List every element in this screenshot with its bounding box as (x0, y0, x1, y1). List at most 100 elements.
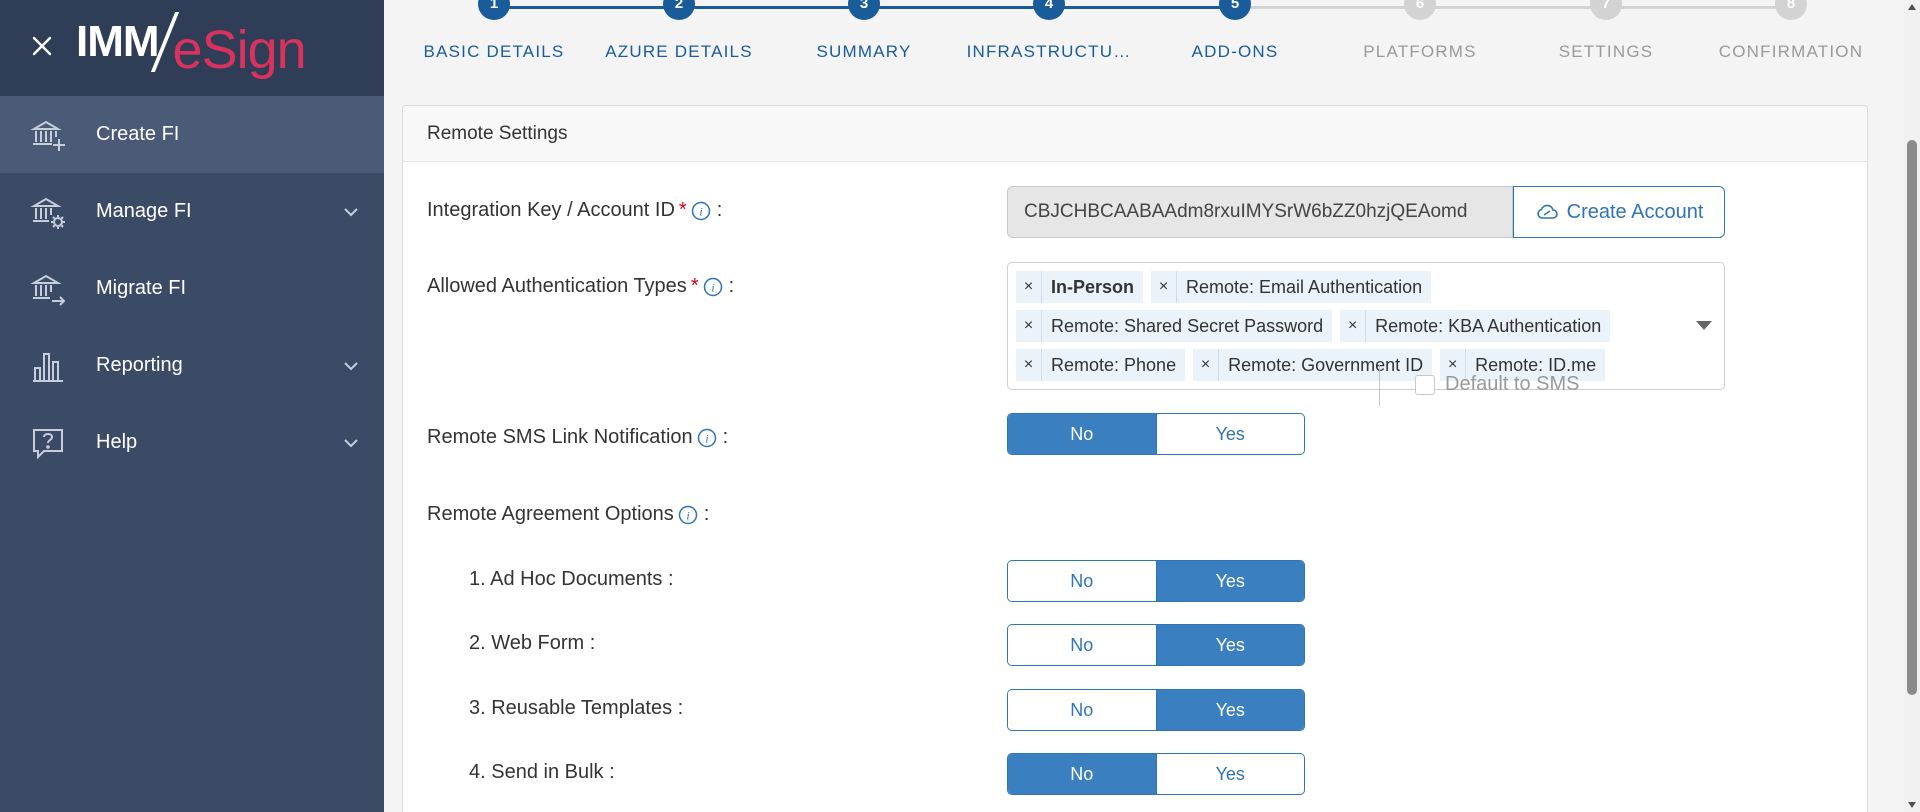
web-form-label: 2. Web Form : (469, 632, 596, 654)
sidebar-item-label: Manage FI (96, 200, 192, 222)
step-label: ADD-ONS (1191, 42, 1279, 61)
auth-tag: × Remote: Shared Secret Password (1016, 310, 1333, 342)
step-number: 2 (663, 0, 695, 20)
sidebar-item-help[interactable]: Help (0, 404, 384, 481)
create-account-button[interactable]: Create Account (1513, 186, 1725, 238)
auth-tag-label: Remote: KBA Authentication (1375, 315, 1602, 336)
step-number: 3 (848, 0, 880, 20)
card-title: Remote Settings (403, 106, 1867, 162)
info-icon[interactable]: i (678, 505, 698, 525)
ad-hoc-documents-label: 1. Ad Hoc Documents : (469, 568, 674, 590)
remove-tag-button[interactable]: × (1193, 349, 1220, 381)
info-icon[interactable]: i (691, 201, 711, 221)
reusable-templates-label: 3. Reusable Templates : (469, 697, 684, 719)
remove-tag-button[interactable]: × (1016, 310, 1042, 342)
colon: : (716, 199, 723, 221)
info-icon[interactable]: i (703, 277, 723, 297)
auth-tag-label: Remote: Government ID (1228, 354, 1424, 375)
bank-arrow-icon (30, 274, 66, 306)
bank-add-icon (30, 120, 65, 151)
sidebar-item-create-fi[interactable]: Create FI (0, 96, 384, 173)
default-to-sms-label: Default to SMS (1445, 373, 1580, 395)
auth-tag: × In-Person (1016, 271, 1144, 303)
auth-tag: × Remote: Phone (1016, 349, 1186, 381)
toggle-yes-button[interactable]: Yes (1155, 561, 1304, 601)
step-label: SUMMARY (816, 42, 912, 61)
svg-text:i: i (705, 431, 708, 445)
step-number: 6 (1404, 0, 1436, 20)
auth-tag-label: Remote: Phone (1051, 354, 1177, 375)
default-to-sms-option[interactable]: Default to SMS (1415, 373, 1580, 396)
step-label: BASIC DETAILS (423, 42, 565, 61)
ad-hoc-documents-toggle: No Yes (1007, 560, 1305, 602)
sms-notification-toggle: No Yes (1007, 413, 1305, 455)
sidebar-item-label: Migrate FI (96, 277, 187, 299)
auth-tag-label: Remote: Email Authentication (1186, 276, 1423, 297)
step-label: PLATFORMS (1363, 42, 1477, 61)
step-number: 7 (1590, 0, 1622, 20)
agreement-options-label-text: Remote Agreement Options (427, 503, 674, 525)
scroll-down-arrow-icon[interactable] (1908, 802, 1916, 808)
info-icon[interactable]: i (697, 428, 717, 448)
svg-text:i: i (686, 508, 689, 522)
scroll-up-arrow-icon[interactable] (1908, 4, 1916, 10)
create-account-label: Create Account (1566, 200, 1704, 223)
cloud-sync-icon (1536, 204, 1558, 219)
reusable-templates-toggle: No Yes (1007, 689, 1305, 731)
colon: : (703, 503, 710, 525)
chevron-down-icon (344, 207, 358, 216)
logo-esign-text: eSign (172, 20, 307, 80)
toggle-yes-button[interactable]: Yes (1155, 690, 1304, 730)
chevron-down-icon (344, 438, 358, 447)
auth-tag-label: Remote: Shared Secret Password (1051, 315, 1324, 336)
toggle-yes-button[interactable]: Yes (1155, 414, 1304, 454)
sidebar-item-migrate-fi[interactable]: Migrate FI (0, 250, 384, 327)
toggle-no-button[interactable]: No (1008, 690, 1156, 730)
dropdown-arrow-icon[interactable] (1696, 321, 1712, 330)
step-label: INFRASTRUCTU… (966, 42, 1132, 61)
stepper-remaining-line (1236, 6, 1796, 9)
remove-tag-button[interactable]: × (1016, 349, 1042, 381)
toggle-no-button[interactable]: No (1008, 561, 1156, 601)
svg-text:i: i (699, 204, 702, 218)
scroll-thumb[interactable] (1907, 140, 1917, 695)
required-marker: * (678, 199, 687, 221)
toggle-no-button[interactable]: No (1008, 625, 1156, 665)
toggle-yes-button[interactable]: Yes (1155, 754, 1304, 794)
auth-tag: × Remote: KBA Authentication (1340, 310, 1611, 342)
remove-tag-button[interactable]: × (1016, 271, 1042, 303)
sidebar-item-manage-fi[interactable]: Manage FI (0, 173, 384, 250)
step-number: 8 (1775, 0, 1807, 20)
close-menu-button[interactable] (30, 34, 54, 58)
sidebar-item-label: Reporting (96, 354, 183, 376)
remove-tag-button[interactable]: × (1151, 271, 1178, 303)
step-label: SETTINGS (1558, 42, 1654, 61)
tag-row: × Remote: Shared Secret Password × Remot… (1016, 310, 1716, 342)
sidebar-item-label: Create FI (96, 123, 180, 145)
auth-tag: × Remote: Email Authentication (1151, 271, 1432, 303)
send-in-bulk-label: 4. Send in Bulk : (469, 761, 615, 783)
step-label: AZURE DETAILS (605, 42, 753, 61)
main-content: 1 BASIC DETAILS 2 AZURE DETAILS 3 SUMMAR… (384, 0, 1920, 812)
default-to-sms-checkbox[interactable] (1415, 374, 1435, 395)
bar-chart-icon (33, 352, 63, 382)
remove-tag-button[interactable]: × (1340, 310, 1367, 342)
remote-settings-card: Remote Settings Integration Key / Accoun… (402, 105, 1868, 812)
bank-gear-icon (30, 197, 65, 229)
sidebar-item-reporting[interactable]: Reporting (0, 327, 384, 404)
auth-tag: × Remote: Government ID (1193, 349, 1433, 381)
auth-types-multiselect[interactable]: × In-Person × Remote: Email Authenticati… (1007, 262, 1725, 390)
svg-text:i: i (711, 280, 714, 294)
toggle-yes-button[interactable]: Yes (1155, 625, 1304, 665)
sidebar-header: IMM eSign (0, 0, 384, 96)
vertical-scrollbar[interactable] (1904, 0, 1920, 812)
required-marker: * (690, 275, 699, 297)
toggle-no-button[interactable]: No (1008, 414, 1156, 454)
sidebar-item-label: Help (96, 431, 138, 453)
close-icon (32, 36, 52, 56)
help-bubble-icon (33, 428, 63, 459)
tag-row: × In-Person × Remote: Email Authenticati… (1016, 271, 1716, 303)
colon: : (728, 275, 735, 297)
toggle-no-button[interactable]: No (1008, 754, 1156, 794)
integration-key-input[interactable] (1007, 186, 1513, 238)
